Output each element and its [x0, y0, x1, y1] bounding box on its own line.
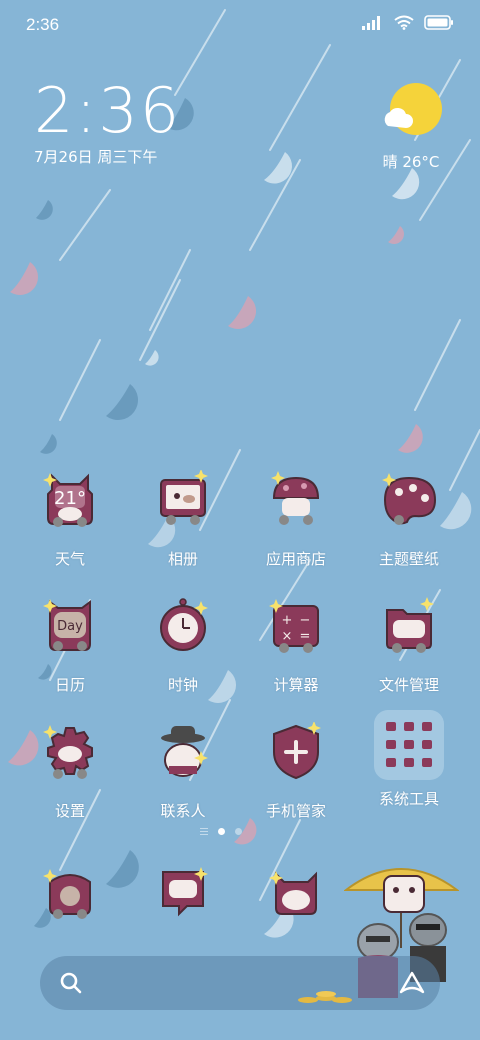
dock-messages[interactable] [127, 862, 239, 922]
contacts-icon [161, 726, 208, 777]
app-calendar[interactable]: Day 日历 [14, 596, 126, 695]
app-contacts[interactable]: 联系人 [127, 722, 239, 821]
dock-phone[interactable] [14, 862, 126, 922]
weather-icon: 21° [43, 473, 93, 527]
wifi-icon [394, 15, 414, 30]
app-label: 日历 [54, 676, 85, 694]
folder-icon [374, 710, 444, 780]
svg-text:+: + [282, 613, 293, 628]
app-label: 天气 [54, 550, 85, 568]
app-clock[interactable]: 时钟 [127, 596, 239, 695]
app-folder-system-tools[interactable]: 系统工具 [353, 710, 465, 809]
clock-date: 7月26日 周三下午 [34, 148, 158, 166]
app-gallery[interactable]: 相册 [127, 470, 239, 569]
app-settings[interactable]: 设置 [14, 722, 126, 821]
gallery-icon [160, 470, 208, 525]
page-indicator-lines [200, 828, 208, 835]
app-weather[interactable]: 21° 天气 [14, 470, 126, 569]
assistant-icon[interactable] [398, 970, 426, 996]
app-label: 设置 [54, 802, 85, 820]
folder-preview [386, 722, 432, 767]
app-calculator[interactable]: + − × = 计算器 [240, 596, 352, 695]
svg-text:×: × [282, 629, 293, 644]
svg-text:−: − [300, 613, 311, 628]
search-icon [60, 972, 82, 994]
page-indicator[interactable] [200, 828, 242, 835]
themes-icon [382, 473, 437, 525]
app-themes[interactable]: 主题壁纸 [353, 470, 465, 569]
app-security[interactable]: 手机管家 [240, 722, 352, 821]
app-label: 计算器 [273, 676, 319, 694]
clock-icon [160, 598, 208, 651]
app-label: 系统工具 [378, 790, 439, 808]
dock-browser[interactable] [240, 862, 352, 922]
clock-widget[interactable]: 2:36 7月26日 周三下午 [34, 78, 181, 167]
file-manager-icon [386, 597, 434, 653]
status-bar: 2:36 [0, 0, 480, 50]
clock-time: 2:36 [34, 74, 182, 147]
sunny-weather-icon [384, 83, 442, 135]
calendar-icon-text: Day [57, 619, 83, 634]
app-label: 手机管家 [265, 802, 326, 820]
security-icon [273, 722, 321, 780]
app-label: 联系人 [160, 802, 206, 820]
status-icons [362, 15, 454, 30]
coins-decoration [298, 991, 352, 1003]
app-file-manager[interactable]: 文件管理 [353, 596, 465, 695]
svg-text:=: = [300, 629, 311, 644]
browser-icon [269, 871, 317, 915]
weather-icon-temp: 21° [54, 488, 86, 509]
page-dot-active [218, 828, 225, 835]
signal-icon [362, 15, 380, 30]
app-label: 时钟 [167, 676, 198, 694]
weather-widget[interactable]: 晴 26°C [376, 82, 446, 172]
app-store[interactable]: 应用商店 [240, 470, 352, 569]
calendar-icon: Day [43, 599, 91, 651]
search-bar[interactable] [40, 956, 440, 1010]
battery-icon [424, 15, 453, 30]
calculator-icon: + − × = [269, 599, 319, 653]
status-time: 2:36 [26, 15, 60, 34]
weather-text: 晴 26°C [382, 153, 440, 171]
phone-icon [43, 869, 91, 919]
page-dot [235, 828, 242, 835]
app-label: 相册 [167, 550, 198, 568]
app-store-icon [271, 471, 320, 525]
app-label: 应用商店 [265, 550, 326, 568]
settings-icon [43, 725, 93, 779]
app-label: 主题壁纸 [378, 550, 439, 568]
app-label: 文件管理 [378, 676, 439, 694]
messages-icon [162, 867, 208, 917]
